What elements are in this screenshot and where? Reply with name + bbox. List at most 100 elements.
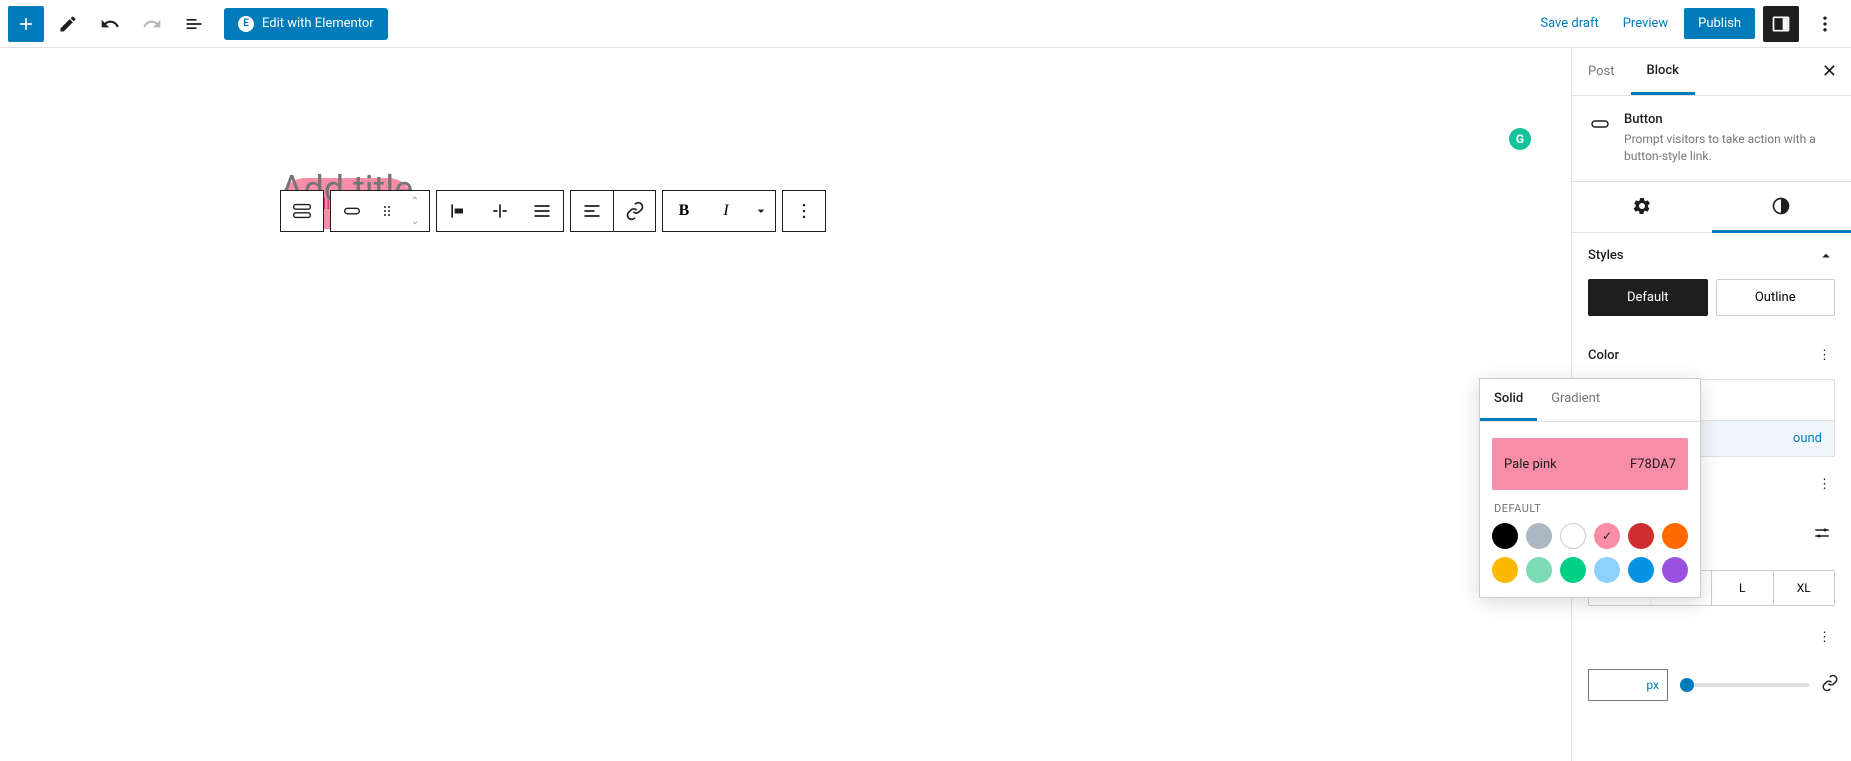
px-input[interactable] [1588, 669, 1668, 701]
undo-icon [100, 14, 120, 34]
buttons-block-icon [291, 200, 313, 222]
color-tab-gradient[interactable]: Gradient [1537, 379, 1614, 421]
align-button[interactable] [437, 191, 479, 231]
button-block-icon [1588, 112, 1612, 136]
move-up-button[interactable]: ⌃ [401, 191, 429, 211]
styles-panel-header[interactable]: Styles [1572, 233, 1851, 279]
publish-button[interactable]: Publish [1684, 8, 1755, 39]
tab-block[interactable]: Block [1631, 49, 1695, 95]
top-toolbar: E Edit with Elementor Save draft Preview… [0, 0, 1851, 48]
link-icon [1821, 674, 1839, 692]
block-more-options[interactable] [783, 191, 825, 231]
color-heading: Color [1588, 348, 1619, 363]
selected-color-hex: F78DA7 [1630, 457, 1676, 472]
justify-icon [532, 201, 552, 221]
chevron-up-icon [1817, 247, 1835, 265]
add-block-button[interactable] [8, 6, 44, 42]
color-swatch[interactable] [1662, 523, 1688, 549]
kebab-icon [1815, 14, 1835, 34]
block-subtabs [1572, 182, 1851, 233]
topbar-left: E Edit with Elementor [8, 6, 388, 42]
redo-button[interactable] [134, 6, 170, 42]
close-sidebar-button[interactable]: ✕ [1808, 61, 1851, 82]
color-swatch[interactable] [1560, 557, 1586, 583]
color-swatch[interactable] [1628, 557, 1654, 583]
color-swatch[interactable] [1560, 523, 1586, 549]
px-row [1572, 669, 1851, 717]
style-default-button[interactable]: Default [1588, 279, 1708, 316]
elementor-label: Edit with Elementor [262, 16, 374, 31]
selected-color-swatch[interactable]: Pale pink F78DA7 [1492, 438, 1688, 490]
link-sides-button[interactable] [1821, 674, 1839, 696]
main-area: Add title ⌃ ⌄ [0, 48, 1851, 761]
kebab-icon [794, 201, 814, 221]
sidebar-icon [1771, 14, 1791, 34]
settings-sidebar: Post Block ✕ Button Prompt visitors to t… [1571, 48, 1851, 761]
sidebar-tabs: Post Block ✕ [1572, 48, 1851, 96]
dimensions-more-options[interactable] [1809, 520, 1835, 550]
italic-button[interactable]: I [705, 191, 747, 231]
edit-tool-button[interactable] [50, 6, 86, 42]
color-swatch[interactable] [1492, 523, 1518, 549]
background-color-label: ound [1793, 431, 1822, 446]
align-icon [448, 201, 468, 221]
block-toolbar: ⌃ ⌄ [280, 190, 826, 232]
text-align-button[interactable] [571, 191, 613, 231]
topbar-right: Save draft Preview Publish [1532, 6, 1843, 42]
editor-canvas[interactable]: Add title ⌃ ⌄ [0, 48, 1571, 761]
color-swatch[interactable] [1492, 557, 1518, 583]
drag-handle[interactable] [373, 191, 401, 231]
border-more-options[interactable]: ⋮ [1814, 626, 1835, 649]
save-draft-button[interactable]: Save draft [1532, 10, 1606, 37]
typography-more-options[interactable]: ⋮ [1814, 473, 1835, 496]
chevron-down-icon [753, 203, 769, 219]
grammarly-icon[interactable]: G [1509, 128, 1531, 150]
pencil-icon [58, 14, 78, 34]
size-l[interactable]: L [1712, 571, 1774, 605]
parent-block-button[interactable] [281, 191, 323, 231]
width-icon [490, 201, 510, 221]
block-description: Prompt visitors to take action with a bu… [1624, 131, 1835, 165]
color-swatch[interactable] [1594, 557, 1620, 583]
color-swatch[interactable] [1526, 523, 1552, 549]
default-palette-label: DEFAULT [1480, 502, 1700, 523]
tab-post[interactable]: Post [1572, 50, 1631, 93]
color-swatches [1480, 523, 1700, 597]
sliders-icon [1813, 524, 1831, 542]
subtab-styles[interactable] [1712, 182, 1851, 233]
color-swatch[interactable] [1594, 523, 1620, 549]
size-xl[interactable]: XL [1774, 571, 1835, 605]
style-outline-button[interactable]: Outline [1716, 279, 1836, 316]
preview-button[interactable]: Preview [1615, 10, 1676, 37]
block-name: Button [1624, 112, 1835, 127]
gear-icon [1632, 196, 1652, 216]
more-options-button[interactable] [1807, 6, 1843, 42]
link-icon [625, 201, 645, 221]
edit-with-elementor-button[interactable]: E Edit with Elementor [224, 8, 388, 40]
color-more-options[interactable]: ⋮ [1814, 344, 1835, 367]
selected-color-name: Pale pink [1504, 457, 1557, 472]
link-button[interactable] [613, 191, 655, 231]
styles-icon [1771, 196, 1791, 216]
settings-sidebar-toggle[interactable] [1763, 6, 1799, 42]
bold-button[interactable]: B [663, 191, 705, 231]
text-align-left-icon [582, 201, 602, 221]
block-info-section: Button Prompt visitors to take action wi… [1572, 96, 1851, 182]
more-rich-text-button[interactable] [747, 191, 775, 231]
justify-button[interactable] [521, 191, 563, 231]
block-type-button[interactable] [331, 191, 373, 231]
color-swatch[interactable] [1662, 557, 1688, 583]
px-slider[interactable] [1680, 683, 1809, 687]
redo-icon [142, 14, 162, 34]
color-picker-popover: Solid Gradient Pale pink F78DA7 DEFAULT [1479, 378, 1701, 598]
subtab-settings[interactable] [1572, 182, 1712, 233]
plus-icon [16, 14, 36, 34]
color-swatch[interactable] [1628, 523, 1654, 549]
undo-button[interactable] [92, 6, 128, 42]
width-button[interactable] [479, 191, 521, 231]
move-down-button[interactable]: ⌄ [401, 211, 429, 231]
document-overview-button[interactable] [176, 6, 212, 42]
color-tab-solid[interactable]: Solid [1480, 379, 1537, 421]
color-swatch[interactable] [1526, 557, 1552, 583]
button-block-icon [341, 200, 363, 222]
